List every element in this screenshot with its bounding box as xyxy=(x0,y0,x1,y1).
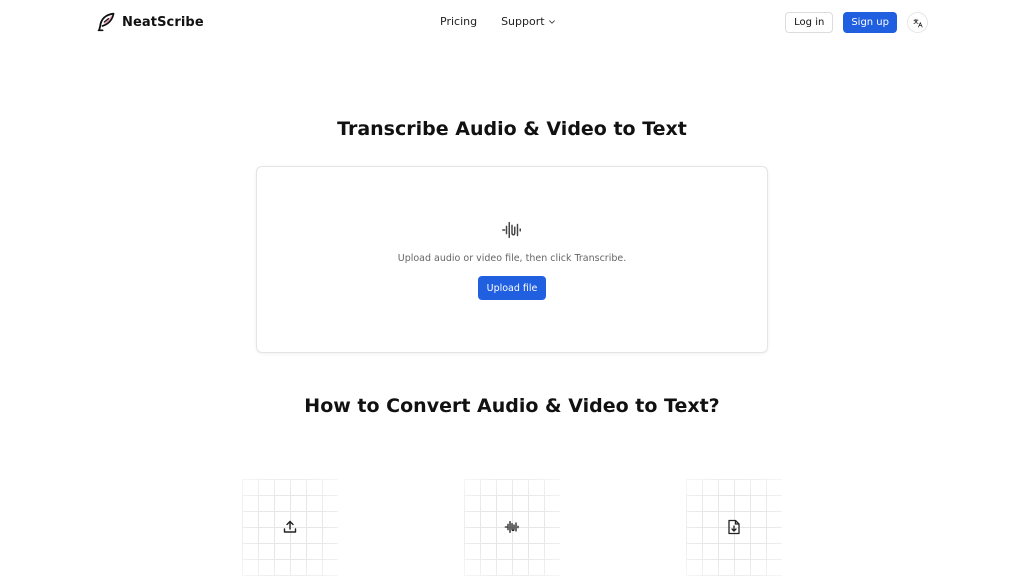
nav-support-label: Support xyxy=(501,15,545,28)
nav-pricing[interactable]: Pricing xyxy=(440,15,477,28)
nav-support-dropdown[interactable]: Support xyxy=(501,15,555,28)
upload-file-button[interactable]: Upload file xyxy=(478,276,546,300)
chevron-down-icon xyxy=(548,18,556,26)
login-button[interactable]: Log in xyxy=(785,12,834,33)
nav-pricing-label: Pricing xyxy=(440,15,478,28)
upload-icon xyxy=(282,519,298,535)
signup-button[interactable]: Sign up xyxy=(843,12,897,33)
site-header: NeatScribe Pricing Support Log in Sign u… xyxy=(0,0,1024,44)
upload-dropzone[interactable]: Upload audio or video file, then click T… xyxy=(256,166,768,353)
brand-name: NeatScribe xyxy=(122,14,204,30)
file-download-icon xyxy=(726,519,742,535)
main-nav: Pricing Support xyxy=(440,15,556,28)
audio-wave-icon xyxy=(504,519,520,535)
how-to-title: How to Convert Audio & Video to Text? xyxy=(304,395,720,417)
language-button[interactable] xyxy=(907,12,928,33)
brand-logo-link[interactable]: NeatScribe xyxy=(96,11,204,33)
audio-wave-icon xyxy=(501,219,523,241)
quill-logo-icon xyxy=(96,11,116,33)
header-actions: Log in Sign up xyxy=(785,12,928,33)
upload-hint-text: Upload audio or video file, then click T… xyxy=(397,253,627,264)
translate-icon xyxy=(912,18,923,28)
hero-title: Transcribe Audio & Video to Text xyxy=(337,118,687,140)
